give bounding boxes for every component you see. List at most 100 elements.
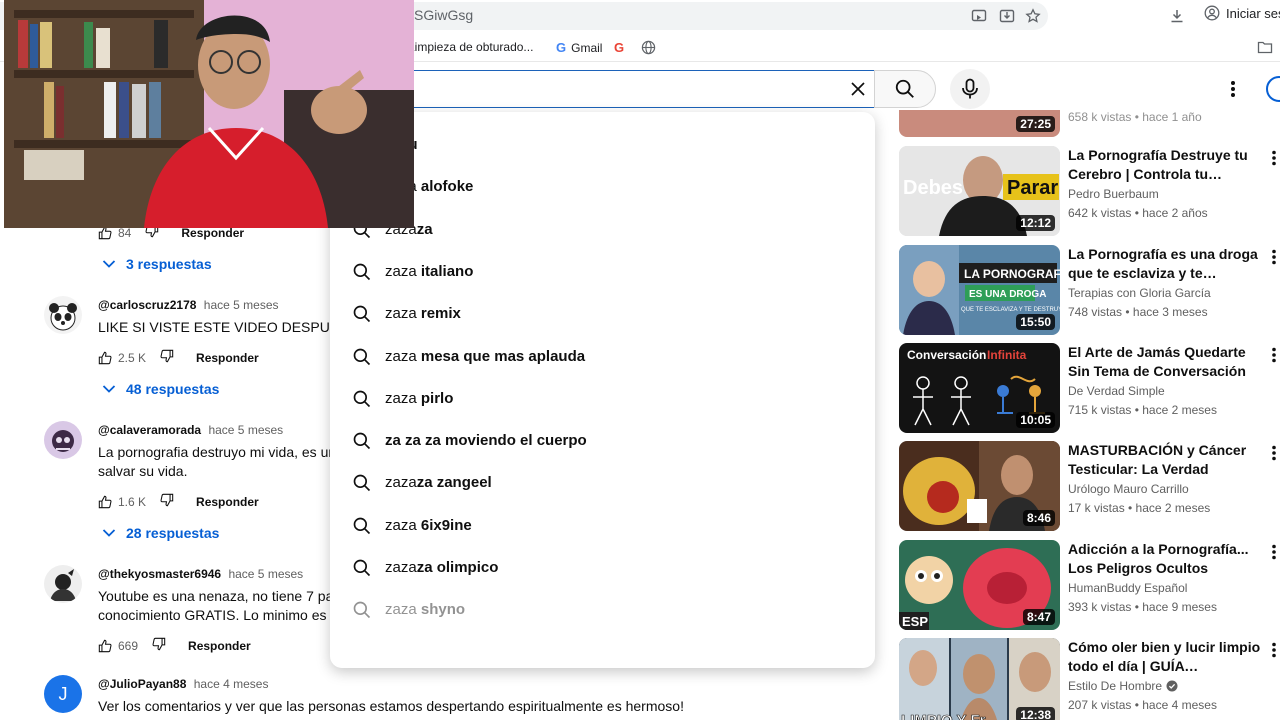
video-thumbnail[interactable]: Debes Parar 12:12	[899, 146, 1060, 236]
bookmark-gmail[interactable]: G Gmail	[556, 40, 602, 55]
video-thumbnail[interactable]: LA PORNOGRAFIA ES UNA DROGA QUE TE ESCLAVI…	[899, 245, 1060, 335]
suggestion-item[interactable]: zaza 6ix9ine	[330, 505, 875, 547]
suggestion-completion: remix	[420, 305, 461, 323]
video-thumbnail[interactable]: Conversación Infinita 10:05	[899, 343, 1060, 433]
suggestion-item[interactable]: zaza remix	[330, 293, 875, 335]
video-title[interactable]: La Pornografía es una droga que te escla…	[1068, 245, 1264, 283]
suggestion-text: zaza remix	[385, 305, 461, 322]
bookmark-globe[interactable]	[641, 40, 656, 55]
comment-actions: 2.5 K Responder	[98, 349, 259, 366]
comment-author[interactable]: @carloscruz2178	[98, 298, 196, 312]
comment-time[interactable]: hace 5 meses	[228, 567, 303, 581]
clear-search-button[interactable]	[846, 78, 870, 100]
bookmarks-folder[interactable]	[1257, 40, 1273, 54]
video-title[interactable]: La Pornografía Destruye tu Cerebro | Con…	[1068, 146, 1264, 184]
comment-author[interactable]: @thekyosmaster6946	[98, 567, 221, 581]
avatar-letter: J	[58, 683, 68, 704]
like-button[interactable]: 1.6 K	[98, 495, 146, 509]
recommended-video[interactable]: ESP 8:47 Adicción a la Pornografía... Los …	[899, 540, 1280, 630]
channel-name[interactable]: Terapias con Gloria García	[1068, 286, 1211, 300]
reply-button[interactable]: Responder	[196, 495, 259, 509]
comment-author[interactable]: @calaveramorada	[98, 423, 201, 437]
video-more-button[interactable]	[1268, 443, 1280, 463]
comment-header: @thekyosmaster6946 hace 5 meses	[98, 567, 303, 581]
more-vert-icon	[1272, 544, 1276, 560]
video-thumbnail[interactable]: 27:25	[899, 110, 1060, 137]
video-more-button[interactable]	[1268, 640, 1280, 660]
download-icon[interactable]	[1166, 5, 1188, 27]
video-thumbnail[interactable]: ESP 8:47	[899, 540, 1060, 630]
signin-button[interactable]: Iniciar sesi	[1204, 5, 1280, 21]
channel-label: Pedro Buerbaum	[1068, 187, 1159, 201]
suggestion-item[interactable]: za za za moviendo el cuerpo	[330, 420, 875, 462]
channel-name[interactable]: De Verdad Simple	[1068, 384, 1165, 398]
like-button[interactable]: 669	[98, 639, 138, 653]
video-thumbnail[interactable]: LIMPIO Y Fr 12:38	[899, 638, 1060, 720]
thumbs-down-icon	[152, 637, 166, 651]
video-duration: 12:38	[1016, 707, 1055, 720]
view-replies-button[interactable]: 48 respuestas	[102, 381, 219, 397]
suggestion-item[interactable]: zazaza zangeel	[330, 462, 875, 504]
thumb-text: Parar	[1007, 177, 1058, 199]
channel-name[interactable]: HumanBuddy Español	[1068, 581, 1187, 595]
view-replies-button[interactable]: 3 respuestas	[102, 256, 212, 272]
cast-icon[interactable]	[968, 5, 990, 27]
suggestion-item[interactable]: zaza shyno	[330, 589, 875, 631]
video-title[interactable]: MASTURBACIÓN y Cáncer Testicular: La Ver…	[1068, 441, 1264, 479]
avatar[interactable]	[44, 565, 82, 603]
suggestion-item[interactable]: zaza pirlo	[330, 378, 875, 420]
video-title[interactable]: El Arte de Jamás Quedarte Sin Tema de Co…	[1068, 343, 1264, 381]
suggestion-prefix: zaza	[385, 389, 421, 407]
comment-time[interactable]: hace 5 meses	[204, 298, 279, 312]
url-text[interactable]: SGiwGsg	[414, 7, 473, 23]
comment-time[interactable]: hace 4 meses	[194, 677, 269, 691]
avatar[interactable]	[44, 421, 82, 459]
chevron-down-icon	[102, 260, 116, 268]
video-more-button[interactable]	[1268, 345, 1280, 365]
suggestion-text: zazaza olimpico	[385, 559, 498, 576]
video-title[interactable]: Adicción a la Pornografía... Los Peligro…	[1068, 540, 1264, 578]
voice-search-button[interactable]	[950, 69, 990, 109]
thumbs-up-icon	[98, 495, 112, 508]
recommended-video[interactable]: 8:46 MASTURBACIÓN y Cáncer Testicular: La…	[899, 441, 1280, 531]
like-button[interactable]: 2.5 K	[98, 351, 146, 365]
video-thumbnail[interactable]: 8:46	[899, 441, 1060, 531]
account-avatar[interactable]	[1266, 76, 1280, 102]
video-title[interactable]: Cómo oler bien y lucir limpio todo el dí…	[1068, 638, 1264, 676]
google-icon: G	[556, 40, 567, 55]
reply-button[interactable]: Responder	[196, 351, 259, 365]
search-button[interactable]	[874, 70, 936, 108]
bookmark-limpieza[interactable]: Limpieza de obturado...	[408, 40, 533, 54]
recommended-video[interactable]: LA PORNOGRAFIA ES UNA DROGA QUE TE ESCLAVI…	[899, 245, 1280, 335]
comment-time[interactable]: hace 5 meses	[208, 423, 283, 437]
comment-item: @calaveramorada hace 5 meses La pornogra…	[44, 421, 344, 491]
recommended-video[interactable]: Debes Parar 12:12 La Pornografía Destruye t…	[899, 146, 1280, 236]
recommended-video[interactable]: LIMPIO Y Fr 12:38 Cómo oler bien y lucir l…	[899, 638, 1280, 720]
view-replies-button[interactable]: 28 respuestas	[102, 525, 219, 541]
recommended-video[interactable]: 27:25 658 k vistas • hace 1 año	[899, 110, 1280, 137]
video-more-button[interactable]	[1268, 247, 1280, 267]
channel-name[interactable]: Estilo De Hombre	[1068, 679, 1178, 693]
avatar[interactable]	[44, 296, 82, 334]
dislike-button[interactable]	[152, 637, 166, 654]
dislike-button[interactable]	[160, 349, 174, 366]
comment-author[interactable]: @JulioPayan88	[98, 677, 186, 691]
install-icon[interactable]	[996, 5, 1018, 27]
channel-name[interactable]: Pedro Buerbaum	[1068, 187, 1159, 201]
thumb-text: ESP	[902, 614, 928, 629]
recommended-video[interactable]: Conversación Infinita 10:05 El Arte de Jamá…	[899, 343, 1280, 433]
channel-name[interactable]: Urólogo Mauro Carrillo	[1068, 482, 1189, 496]
suggestion-item[interactable]: zaza mesa que mas aplauda	[330, 336, 875, 378]
dislike-button[interactable]	[160, 493, 174, 510]
video-more-button[interactable]	[1268, 148, 1280, 168]
suggestion-item[interactable]: zazaza olimpico	[330, 547, 875, 589]
settings-more-button[interactable]	[1222, 76, 1244, 102]
reply-button[interactable]: Responder	[188, 639, 251, 653]
bookmark-star-icon[interactable]	[1022, 5, 1044, 27]
more-vert-icon	[1272, 642, 1276, 658]
bookmark-google[interactable]: G	[614, 40, 624, 55]
avatar[interactable]: J	[44, 675, 82, 713]
suggestion-item[interactable]: zaza italiano	[330, 251, 875, 293]
suggestion-text: zaza italiano	[385, 263, 473, 280]
video-more-button[interactable]	[1268, 542, 1280, 562]
